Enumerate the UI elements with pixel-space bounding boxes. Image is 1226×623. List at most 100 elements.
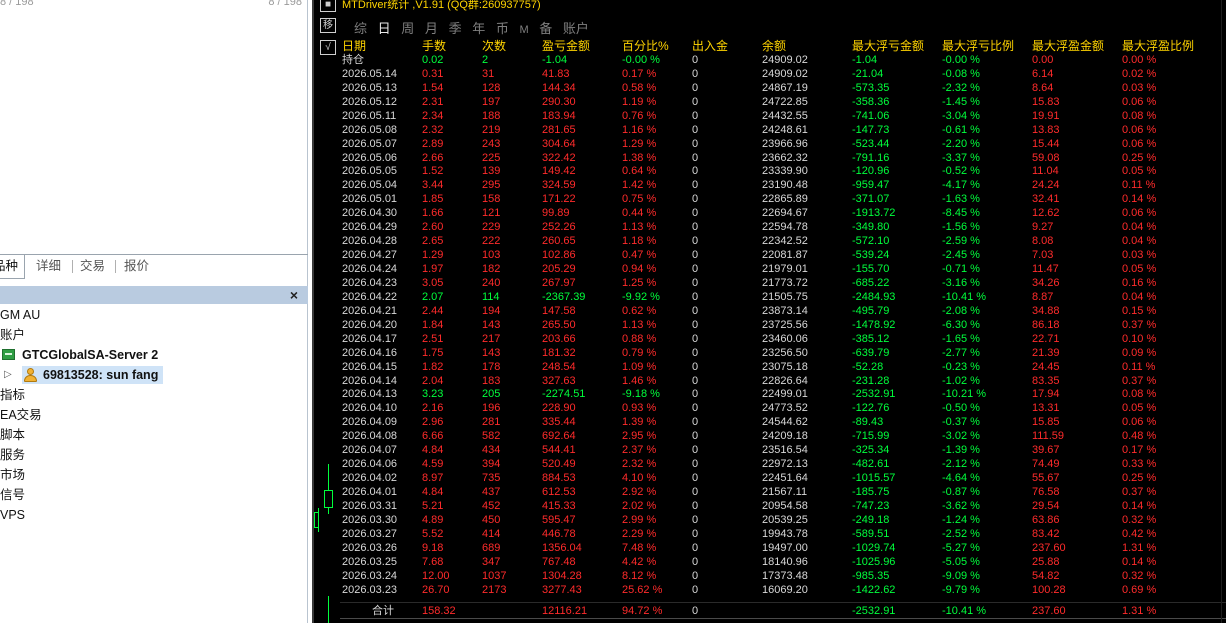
tab-details[interactable]: 详细 bbox=[30, 255, 67, 278]
table-cell: 24.45 bbox=[1032, 360, 1060, 373]
table-row: 2026.03.30 4.89 450 595.47 2.99 % 0 20539.25 -2… bbox=[340, 514, 1226, 528]
table-cell: 7.48 % bbox=[622, 541, 657, 554]
table-cell: 260.65 bbox=[542, 235, 576, 248]
table-cell: 2.37 % bbox=[622, 444, 657, 457]
period-week-button[interactable]: 周 bbox=[401, 18, 414, 37]
table-cell: 2026.05.06 bbox=[342, 151, 398, 164]
table-cell: 1.29 % bbox=[622, 137, 657, 150]
table-cell: 219 bbox=[482, 123, 501, 136]
table-cell: -0.87 % bbox=[942, 486, 980, 498]
table-cell: -1015.57 bbox=[852, 472, 896, 485]
table-cell: 0.37 % bbox=[1122, 374, 1157, 387]
table-cell: -2.08 % bbox=[942, 304, 980, 317]
table-cell: 111.59 bbox=[1032, 430, 1065, 443]
period-summary-button[interactable]: 综 bbox=[354, 18, 367, 37]
m-button[interactable]: M bbox=[519, 24, 528, 36]
symbol-count-bar: 8 / 198 8 / 198 bbox=[0, 0, 308, 8]
period-month-button[interactable]: 月 bbox=[425, 18, 438, 37]
table-row: 2026.05.13 1.54 128 144.34 0.58 % 0 24867.19 -5… bbox=[340, 82, 1226, 96]
tree-item-services[interactable]: 服务 bbox=[0, 445, 308, 465]
table-cell: 6.66 bbox=[422, 430, 444, 443]
table-cell: 450 bbox=[482, 513, 501, 526]
table-row: 2026.04.13 3.23 205 -2274.51 -9.18 % 0 22499.0… bbox=[340, 388, 1226, 402]
close-icon[interactable]: × bbox=[287, 286, 301, 304]
period-year-button[interactable]: 年 bbox=[472, 18, 485, 37]
table-cell: 25.88 bbox=[1032, 555, 1060, 568]
check-button[interactable]: √ bbox=[320, 40, 336, 55]
table-cell: -3.62 % bbox=[942, 499, 980, 512]
table-row: 2026.04.22 2.07 114 -2367.39 -9.92 % 0 21505.7… bbox=[340, 291, 1226, 305]
table-cell: -1913.72 bbox=[852, 207, 896, 220]
table-cell: 1.38 % bbox=[622, 151, 657, 164]
currency-button[interactable]: 币 bbox=[496, 18, 509, 37]
table-cell: 0 bbox=[692, 472, 699, 485]
accounts-label: 账户 bbox=[0, 328, 26, 342]
table-cell: 19943.78 bbox=[762, 527, 808, 540]
tree-item-vps[interactable]: VPS bbox=[0, 505, 308, 525]
table-cell: 0 bbox=[692, 486, 699, 498]
table-cell: 2.92 % bbox=[622, 486, 657, 498]
table-cell: 1.66 bbox=[422, 207, 444, 220]
table-cell: -0.61 % bbox=[942, 123, 980, 136]
table-cell: 15.83 bbox=[1032, 95, 1060, 108]
table-cell: 24722.85 bbox=[762, 95, 808, 108]
backup-button[interactable]: 备 bbox=[539, 18, 552, 37]
table-cell: 178 bbox=[482, 360, 501, 373]
candle-wick bbox=[328, 596, 329, 623]
table-cell: 5.52 bbox=[422, 527, 444, 540]
table-cell: 0 bbox=[692, 95, 699, 108]
table-cell: 0.06 % bbox=[1122, 123, 1157, 136]
tree-item-account[interactable]: ▷ 69813528: sun fang bbox=[0, 365, 308, 385]
table-cell: -741.06 bbox=[852, 109, 890, 122]
table-cell: 1.97 bbox=[422, 263, 444, 275]
table-cell: 2026.05.07 bbox=[342, 137, 398, 150]
table-cell: 0.08 % bbox=[1122, 109, 1157, 122]
table-cell: -3.16 % bbox=[942, 276, 980, 289]
market-watch-tabs: 品种 详细 交易 报价 bbox=[0, 254, 308, 279]
tab-ticks[interactable]: 报价 bbox=[118, 255, 155, 278]
table-row: 2026.04.28 2.65 222 260.65 1.18 % 0 22342.52 -5… bbox=[340, 235, 1226, 249]
table-cell: 1.75 bbox=[422, 346, 444, 359]
table-cell: 0.06 % bbox=[1122, 95, 1157, 108]
total-max-float-loss-pct: -10.41 % bbox=[942, 605, 987, 617]
tree-item-signals[interactable]: 信号 bbox=[0, 485, 308, 505]
table-cell: 39.67 bbox=[1032, 444, 1060, 457]
table-cell: -0.37 % bbox=[942, 416, 980, 429]
table-cell: 103 bbox=[482, 249, 501, 262]
table-cell: 0 bbox=[692, 318, 699, 331]
table-cell: 13.83 bbox=[1032, 123, 1060, 136]
table-cell: -0.52 % bbox=[942, 165, 980, 178]
chevron-right-icon[interactable]: ▷ bbox=[4, 365, 12, 385]
table-cell: -0.00 % bbox=[942, 53, 980, 66]
table-cell: 2026.03.27 bbox=[342, 527, 398, 540]
account-button[interactable]: 账户 bbox=[563, 18, 589, 37]
period-day-button[interactable]: 日 bbox=[378, 18, 391, 37]
table-cell: -0.23 % bbox=[942, 360, 980, 373]
table-cell: 0.00 % bbox=[1122, 53, 1157, 66]
table-cell: 2.89 bbox=[422, 137, 444, 150]
tree-item-indicators[interactable]: 指标 bbox=[0, 385, 308, 405]
indicator-icon[interactable]: ■ bbox=[320, 0, 336, 12]
period-quarter-button[interactable]: 季 bbox=[449, 18, 462, 37]
table-cell: 1.42 % bbox=[622, 179, 657, 192]
table-cell: 23075.18 bbox=[762, 360, 808, 373]
table-cell: 0 bbox=[692, 555, 699, 568]
table-cell: -4.64 % bbox=[942, 472, 980, 485]
tab-symbols[interactable]: 品种 bbox=[0, 255, 26, 279]
table-cell: 0 bbox=[692, 235, 699, 248]
table-cell: 0.32 % bbox=[1122, 513, 1157, 526]
tree-item-server[interactable]: GTCGlobalSA-Server 2 bbox=[0, 345, 308, 365]
table-cell: -185.75 bbox=[852, 486, 890, 498]
tree-item-expert-advisors[interactable]: EA交易 bbox=[0, 405, 308, 425]
table-cell: 2026.04.27 bbox=[342, 249, 398, 262]
table-cell: 2026.05.05 bbox=[342, 165, 398, 178]
table-cell: 446.78 bbox=[542, 527, 576, 540]
table-row: 2026.04.02 8.97 735 884.53 4.10 % 0 22451.64 -1… bbox=[340, 472, 1226, 486]
move-button[interactable]: 移 bbox=[320, 18, 336, 33]
tree-item-scripts[interactable]: 脚本 bbox=[0, 425, 308, 445]
tree-item-market[interactable]: 市场 bbox=[0, 465, 308, 485]
table-cell: 1.18 % bbox=[622, 235, 657, 248]
tree-item-broker[interactable]: GM AU bbox=[0, 305, 308, 325]
tab-trading[interactable]: 交易 bbox=[74, 255, 111, 278]
tree-item-accounts[interactable]: 账户 bbox=[0, 325, 308, 345]
